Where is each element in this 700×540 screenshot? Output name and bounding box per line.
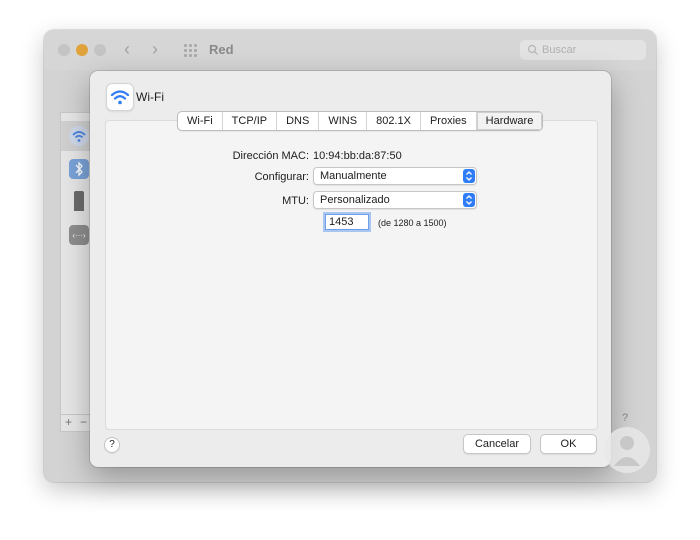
bluetooth-icon[interactable] (69, 159, 89, 179)
mtu-value: Personalizado (320, 194, 390, 206)
close-window-button[interactable] (58, 44, 70, 56)
wifi-icon (110, 90, 130, 105)
tab-proxies[interactable]: Proxies (419, 112, 476, 130)
updown-chevron-icon (463, 169, 475, 183)
ethernet-icon[interactable]: ‹···› (69, 225, 89, 245)
advanced-settings-sheet: Wi-Fi Wi-Fi TCP/IP DNS WINS 802.1X Proxi… (90, 71, 611, 467)
back-arrow-icon[interactable]: ‹ (124, 40, 130, 58)
tab-wins[interactable]: WINS (318, 112, 366, 130)
configure-value: Manualmente (320, 170, 387, 182)
window-title: Red (209, 42, 234, 57)
network-service-list: ‹···› (60, 112, 93, 432)
minimize-window-button[interactable] (76, 44, 88, 56)
wifi-service-icon (106, 83, 134, 111)
window-titlebar: ‹ › Red Buscar (44, 30, 656, 70)
sheet-title: Wi-Fi (136, 90, 164, 104)
mtu-popup[interactable]: Personalizado (313, 191, 477, 209)
help-button[interactable]: ? (104, 437, 120, 453)
svg-text:‹···›: ‹···› (72, 231, 86, 240)
configure-popup[interactable]: Manualmente (313, 167, 477, 185)
search-field[interactable]: Buscar (520, 40, 646, 60)
wifi-icon (69, 126, 89, 146)
mac-address-label: Dirección MAC: (232, 150, 309, 162)
tab-tcpip[interactable]: TCP/IP (221, 112, 276, 130)
configure-label: Configurar: (254, 171, 309, 183)
mac-address-value: 10:94:bb:da:87:50 (313, 150, 402, 162)
forward-arrow-icon[interactable]: › (152, 40, 158, 58)
add-remove-controls: + − (60, 414, 92, 431)
settings-tabs: Wi-Fi TCP/IP DNS WINS 802.1X Proxies Har… (177, 111, 544, 131)
logo-watermark (604, 427, 650, 473)
device-icon[interactable] (69, 191, 89, 211)
search-placeholder: Buscar (542, 44, 577, 56)
tab-dns[interactable]: DNS (276, 112, 318, 130)
service-item-wifi[interactable] (61, 121, 93, 151)
mtu-label: MTU: (282, 195, 309, 207)
grid-icon[interactable] (184, 44, 198, 57)
updown-chevron-icon (463, 193, 475, 207)
zoom-window-button[interactable] (94, 44, 106, 56)
search-icon (527, 44, 538, 55)
tab-8021x[interactable]: 802.1X (366, 112, 420, 130)
tab-wifi[interactable]: Wi-Fi (178, 112, 222, 130)
add-service-button[interactable]: + (65, 415, 72, 429)
mtu-range-hint: (de 1280 a 1500) (378, 218, 447, 228)
remove-service-button[interactable]: − (80, 415, 87, 429)
window-help-button[interactable]: ? (622, 412, 628, 424)
tab-hardware[interactable]: Hardware (475, 112, 543, 130)
cancel-button[interactable]: Cancelar (463, 434, 531, 454)
ok-button[interactable]: OK (540, 434, 597, 454)
mtu-custom-input[interactable] (325, 214, 369, 230)
